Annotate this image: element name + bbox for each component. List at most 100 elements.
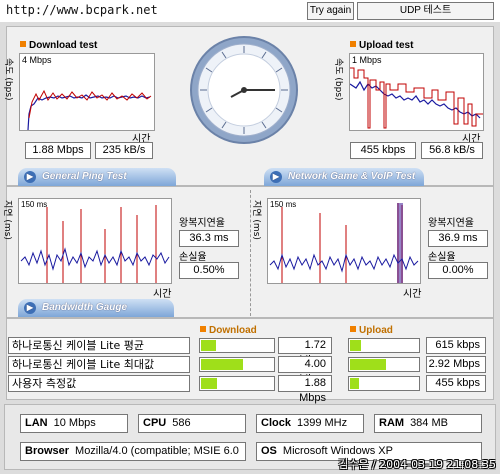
download-series-blue	[27, 94, 151, 131]
lan-value: 10 Mbps	[53, 417, 96, 429]
upload-kbs: 56.8 kB/s	[421, 142, 483, 159]
upload-title: Upload test	[350, 40, 413, 51]
upload-y-axis: 속도 (bps)	[333, 58, 343, 101]
bullet-icon	[350, 41, 356, 47]
ping-scale: 150 ms	[21, 200, 48, 209]
gauge-upload-header: Upload	[350, 325, 393, 336]
tab-network-game-voip-test[interactable]: ▶ Network Game & VoIP Test	[264, 168, 424, 186]
browser-label: Browser	[25, 445, 70, 457]
os-label: OS	[261, 445, 277, 457]
gauge-download-header: Download	[200, 325, 257, 336]
ping-y-axis: 지연 (ms)	[2, 200, 12, 240]
game-delay-label: 왕복지연율	[428, 218, 474, 229]
tab-general-ping-test[interactable]: ▶ General Ping Test	[18, 168, 176, 186]
game-delay-value: 36.9 ms	[428, 230, 488, 247]
lan-label: LAN	[25, 417, 48, 429]
download-gauge-fill	[201, 340, 216, 351]
arrow-icon: ▶	[24, 171, 36, 183]
upload-series-red	[350, 67, 483, 129]
tab-bandwidth-gauge-label: Bandwidth Gauge	[42, 302, 127, 313]
game-graph	[269, 203, 419, 283]
upload-gauge-bar	[348, 376, 420, 391]
download-plot: 4 Mbps	[19, 53, 155, 131]
game-y-axis: 지연 (ms)	[251, 200, 261, 240]
gauge-row-label: 하나로통신 케이블 Lite 평균	[8, 337, 190, 354]
bullet-icon	[350, 326, 356, 332]
upload-gauge-value: 615 kbps	[426, 337, 486, 354]
game-x-axis: 시간	[403, 289, 422, 300]
ping-x-axis: 시간	[153, 289, 172, 300]
download-scale: 4 Mbps	[22, 55, 52, 65]
watermark: http://www.bcpark.net	[6, 3, 158, 17]
clock-value: 1399 MHz	[296, 417, 348, 429]
ram-info: RAM 384 MB	[374, 414, 482, 433]
bullet-icon	[20, 41, 26, 47]
download-title: Download test	[20, 40, 97, 51]
clock-info: Clock 1399 MHz	[256, 414, 364, 433]
browser-info: Browser Mozilla/4.0 (compatible; MSIE 6.0	[20, 442, 246, 461]
upload-gauge-fill	[350, 378, 359, 389]
upload-gauge-value: 455 kbps	[426, 375, 486, 392]
download-gauge-fill	[201, 359, 243, 370]
ram-label: RAM	[379, 417, 405, 429]
upload-title-text: Upload test	[359, 40, 414, 51]
arrow-icon: ▶	[24, 302, 36, 314]
download-gauge-fill	[201, 378, 218, 389]
download-gauge-value: 4.00 Mbps	[278, 356, 332, 385]
download-mbps: 1.88 Mbps	[25, 142, 91, 159]
download-graph	[27, 89, 152, 131]
upload-gauge-fill	[350, 359, 386, 370]
upload-kbps: 455 kbps	[350, 142, 416, 159]
download-gauge-bar	[199, 357, 275, 372]
ping-plot: 150 ms	[18, 198, 172, 284]
upload-scale: 1 Mbps	[352, 55, 382, 65]
arrow-icon: ▶	[270, 171, 282, 183]
download-gauge-bar	[199, 376, 275, 391]
game-plot: 150 ms	[267, 198, 421, 284]
download-gauge-value: 1.72 Mbps	[278, 337, 332, 366]
upload-graph	[349, 67, 483, 129]
ram-value: 384 MB	[410, 417, 448, 429]
upload-gauge-bar	[348, 357, 420, 372]
browser-value: Mozilla/4.0 (compatible; MSIE 6.0	[75, 445, 239, 457]
download-gauge-bar	[199, 338, 275, 353]
tab-general-ping-test-label: General Ping Test	[42, 171, 127, 182]
ping-delay-label: 왕복지연율	[179, 218, 225, 229]
gauge-upload-header-text: Upload	[359, 325, 393, 336]
ping-spikes	[46, 205, 157, 283]
game-loss-label: 손실율	[428, 252, 456, 263]
download-title-text: Download test	[29, 40, 98, 51]
speed-dial	[190, 36, 298, 144]
ping-graph	[20, 205, 170, 283]
download-gauge-value: 1.88 Mbps	[278, 375, 332, 404]
tab-network-game-voip-test-label: Network Game & VoIP Test	[288, 171, 416, 182]
game-series	[269, 253, 419, 273]
cpu-label: CPU	[143, 417, 167, 429]
game-loss-value: 0.00%	[428, 262, 488, 279]
upload-gauge-fill	[350, 340, 362, 351]
ping-series	[20, 247, 170, 271]
upload-gauge-value: 2.92 Mbps	[426, 356, 486, 373]
ping-delay-value: 36.3 ms	[179, 230, 239, 247]
udp-test-button[interactable]: UDP 테스트	[357, 2, 494, 20]
cpu-value: 586	[172, 417, 191, 429]
download-series-red	[28, 89, 152, 119]
dial-hub	[241, 87, 247, 93]
try-again-button[interactable]: Try again	[307, 2, 354, 20]
lan-info: LAN 10 Mbps	[20, 414, 128, 433]
gauge-row-label: 사용자 측정값	[8, 375, 190, 392]
upload-gauge-bar	[348, 338, 420, 353]
credit-stamp: 김수은 / 2004-03-19 21:08:35	[338, 458, 496, 471]
bullet-icon	[200, 326, 206, 332]
upload-plot: 1 Mbps	[349, 53, 484, 131]
download-kbs: 235 kB/s	[95, 142, 153, 159]
ping-loss-value: 0.50%	[179, 262, 239, 279]
clock-label: Clock	[261, 417, 291, 429]
cpu-info: CPU 586	[138, 414, 246, 433]
top-bar: http://www.bcpark.net Try again UDP 테스트	[0, 0, 500, 22]
ping-loss-label: 손실율	[179, 252, 207, 263]
tab-bandwidth-gauge[interactable]: ▶ Bandwidth Gauge	[18, 299, 174, 317]
gauge-download-header-text: Download	[209, 325, 257, 336]
game-scale: 150 ms	[270, 200, 297, 209]
game-burst	[397, 203, 403, 283]
